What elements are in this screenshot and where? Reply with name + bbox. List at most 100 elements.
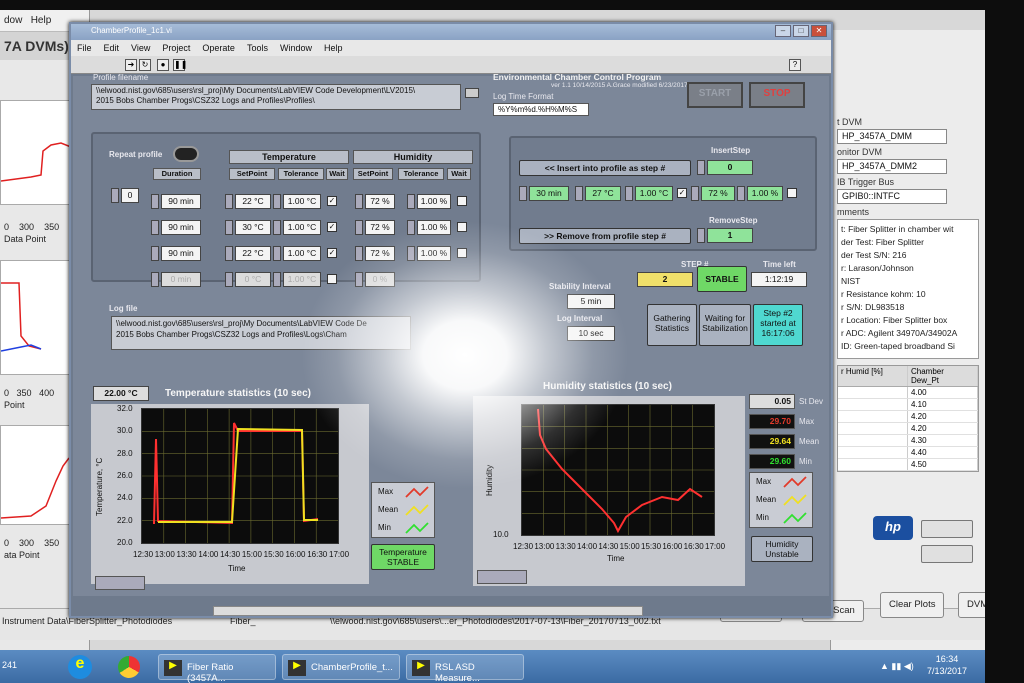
insert-temp-wait-checkbox[interactable]: ✓ bbox=[677, 188, 687, 198]
remove-step-input[interactable]: 1 bbox=[707, 228, 753, 243]
clock[interactable]: 16:34 7/13/2017 bbox=[927, 653, 967, 677]
stop-button[interactable]: STOP bbox=[749, 82, 805, 108]
data-path-right[interactable]: \\elwood.nist.gov\685\users\...er_Photod… bbox=[330, 616, 661, 630]
menu-window[interactable]: Window bbox=[280, 43, 312, 53]
row-temp-wait-checkbox[interactable]: ✓ bbox=[327, 222, 337, 232]
gathering-statistics-indicator: Gathering Statistics bbox=[647, 304, 697, 346]
insert-duration[interactable]: 30 min bbox=[529, 186, 569, 201]
bg-left-menu-window[interactable]: dow bbox=[4, 15, 22, 26]
insert-temp-tolerance[interactable]: 1.00 °C bbox=[635, 186, 673, 201]
horizontal-scrollbar[interactable] bbox=[213, 606, 643, 616]
row-duration[interactable]: 0 min bbox=[161, 272, 201, 287]
bg-plot3-xlabel: ata Point bbox=[4, 550, 40, 560]
comment-line: ID: Green-taped broadband Si bbox=[841, 341, 955, 351]
row-duration[interactable]: 90 min bbox=[161, 246, 201, 261]
row-temp-tolerance[interactable]: 1.00 °C bbox=[283, 272, 321, 287]
row-hum-setpoint[interactable]: 0 % bbox=[365, 272, 395, 287]
labview-toolbar: ➜ ↻ ● ❚❚ ? bbox=[71, 56, 831, 74]
row-hum-setpoint[interactable]: 72 % bbox=[365, 246, 395, 261]
menu-help[interactable]: Help bbox=[324, 43, 343, 53]
menu-edit[interactable]: Edit bbox=[104, 43, 120, 53]
minimize-button[interactable]: – bbox=[775, 25, 791, 37]
row-temp-setpoint[interactable]: 22 °C bbox=[235, 194, 271, 209]
row-hum-tolerance[interactable]: 1.00 % bbox=[417, 246, 451, 261]
row-temp-setpoint[interactable]: 0 °C bbox=[235, 272, 271, 287]
row-temp-tolerance[interactable]: 1.00 °C bbox=[283, 246, 321, 261]
menu-view[interactable]: View bbox=[131, 43, 150, 53]
bg-plot1-ticks: 0 300 350 bbox=[4, 222, 60, 232]
row-temp-setpoint[interactable]: 22 °C bbox=[235, 246, 271, 261]
row-hum-tolerance[interactable]: 1.00 % bbox=[417, 220, 451, 235]
y-tick-label: 28.0 bbox=[117, 448, 133, 458]
monitor-dvm-select[interactable]: HP_3457A_DMM2 bbox=[837, 159, 947, 174]
menu-tools[interactable]: Tools bbox=[247, 43, 268, 53]
remove-step-button[interactable]: >> Remove from profile step # bbox=[519, 228, 691, 244]
hum-status-indicator: Humidity Unstable bbox=[751, 536, 813, 562]
help-icon[interactable]: ? bbox=[789, 59, 801, 71]
temp-plot-tools[interactable] bbox=[95, 576, 145, 590]
data-path-mid[interactable]: Fiber_ bbox=[230, 616, 256, 630]
log-time-format-input[interactable]: %Y%m%d.%H%M%S bbox=[493, 103, 589, 116]
bg-left-menu-help[interactable]: Help bbox=[31, 15, 52, 26]
taskbar-item-rsl-asd[interactable]: ▶ RSL ASD Measure... bbox=[406, 654, 524, 683]
menu-project[interactable]: Project bbox=[162, 43, 190, 53]
temperature-header: Temperature bbox=[229, 150, 349, 164]
run-continuous-icon[interactable]: ↻ bbox=[139, 59, 151, 71]
menu-file[interactable]: File bbox=[77, 43, 92, 53]
insert-hum-tolerance[interactable]: 1.00 % bbox=[747, 186, 783, 201]
row-duration[interactable]: 90 min bbox=[161, 194, 201, 209]
chrome-icon[interactable] bbox=[118, 656, 140, 678]
tray-icons[interactable]: ▲ ▮▮ ◀) bbox=[880, 661, 914, 672]
insert-temp-setpoint[interactable]: 27 °C bbox=[585, 186, 621, 201]
row-temp-tolerance[interactable]: 1.00 °C bbox=[283, 220, 321, 235]
insert-hum-setpoint[interactable]: 72 % bbox=[701, 186, 735, 201]
menu-operate[interactable]: Operate bbox=[202, 43, 235, 53]
dvm-button[interactable]: DVM bbox=[958, 592, 985, 618]
taskbar-item-chamber-profile[interactable]: ▶ ChamberProfile_t... bbox=[282, 654, 400, 680]
insert-step-input[interactable]: 0 bbox=[707, 160, 753, 175]
log-interval-input[interactable]: 10 sec bbox=[567, 326, 615, 341]
ie-icon[interactable]: e bbox=[68, 655, 92, 679]
pause-icon[interactable]: ❚❚ bbox=[173, 59, 187, 71]
run-arrow-icon[interactable]: ➜ bbox=[125, 59, 137, 71]
row-hum-tolerance[interactable]: 1.00 % bbox=[417, 194, 451, 209]
row-temp-tolerance[interactable]: 1.00 °C bbox=[283, 194, 321, 209]
browse-folder-icon[interactable] bbox=[465, 88, 479, 98]
log-file-path[interactable]: \\elwood.nist.gov\685\users\rsl_proj\My … bbox=[111, 316, 411, 350]
row-temp-wait-checkbox[interactable]: ✓ bbox=[327, 248, 337, 258]
row-hum-wait-checkbox[interactable] bbox=[457, 196, 467, 206]
insert-step-button[interactable]: << Insert into profile as step # bbox=[519, 160, 691, 176]
array-index[interactable]: 0 bbox=[121, 188, 139, 203]
abort-icon[interactable]: ● bbox=[157, 59, 169, 71]
x-tick-label: 14:00 bbox=[577, 542, 598, 551]
clear-plots-button[interactable]: Clear Plots bbox=[880, 592, 945, 618]
stability-interval-input[interactable]: 5 min bbox=[567, 294, 615, 309]
close-button[interactable]: ✕ bbox=[811, 25, 827, 37]
maximize-button[interactable]: □ bbox=[793, 25, 809, 37]
row-hum-setpoint[interactable]: 72 % bbox=[365, 220, 395, 235]
insert-hum-wait-checkbox[interactable] bbox=[787, 188, 797, 198]
row-temp-wait-checkbox[interactable] bbox=[327, 274, 337, 284]
hum-plot-tools[interactable] bbox=[477, 570, 527, 584]
repeat-profile-toggle[interactable] bbox=[173, 146, 199, 162]
x-tick-label: 17:00 bbox=[329, 550, 350, 559]
hum-plot-svg bbox=[522, 405, 714, 535]
index-spinner[interactable] bbox=[111, 188, 119, 203]
row-hum-wait-checkbox[interactable] bbox=[457, 248, 467, 258]
row-temp-wait-checkbox[interactable]: ✓ bbox=[327, 196, 337, 206]
row-duration[interactable]: 90 min bbox=[161, 220, 201, 235]
bg-plot2-xlabel: Point bbox=[4, 400, 25, 410]
legend-max-swatch bbox=[405, 486, 429, 498]
row-hum-setpoint[interactable]: 72 % bbox=[365, 194, 395, 209]
comment-line: t: Fiber Splitter in chamber wit bbox=[841, 224, 954, 234]
start-button[interactable]: START bbox=[687, 82, 743, 108]
taskbar-item-fiber-ratio[interactable]: ▶ Fiber Ratio (3457A... bbox=[158, 654, 276, 683]
row-hum-wait-checkbox[interactable] bbox=[457, 222, 467, 232]
front-panel: Profile filename \\elwood.nist.gov\685\u… bbox=[73, 72, 829, 616]
row-temp-setpoint[interactable]: 30 °C bbox=[235, 220, 271, 235]
trigger-bus-select[interactable]: GPIB0::INTFC bbox=[837, 189, 947, 204]
labview-titlebar[interactable]: ChamberProfile_1c1.vi – □ ✕ bbox=[71, 24, 831, 40]
profile-filename-path[interactable]: \\elwood.nist.gov\685\users\rsl_proj\My … bbox=[91, 84, 461, 110]
dvm-select[interactable]: HP_3457A_DMM bbox=[837, 129, 947, 144]
comments-textbox[interactable]: t: Fiber Splitter in chamber wit der Tes… bbox=[837, 219, 979, 359]
